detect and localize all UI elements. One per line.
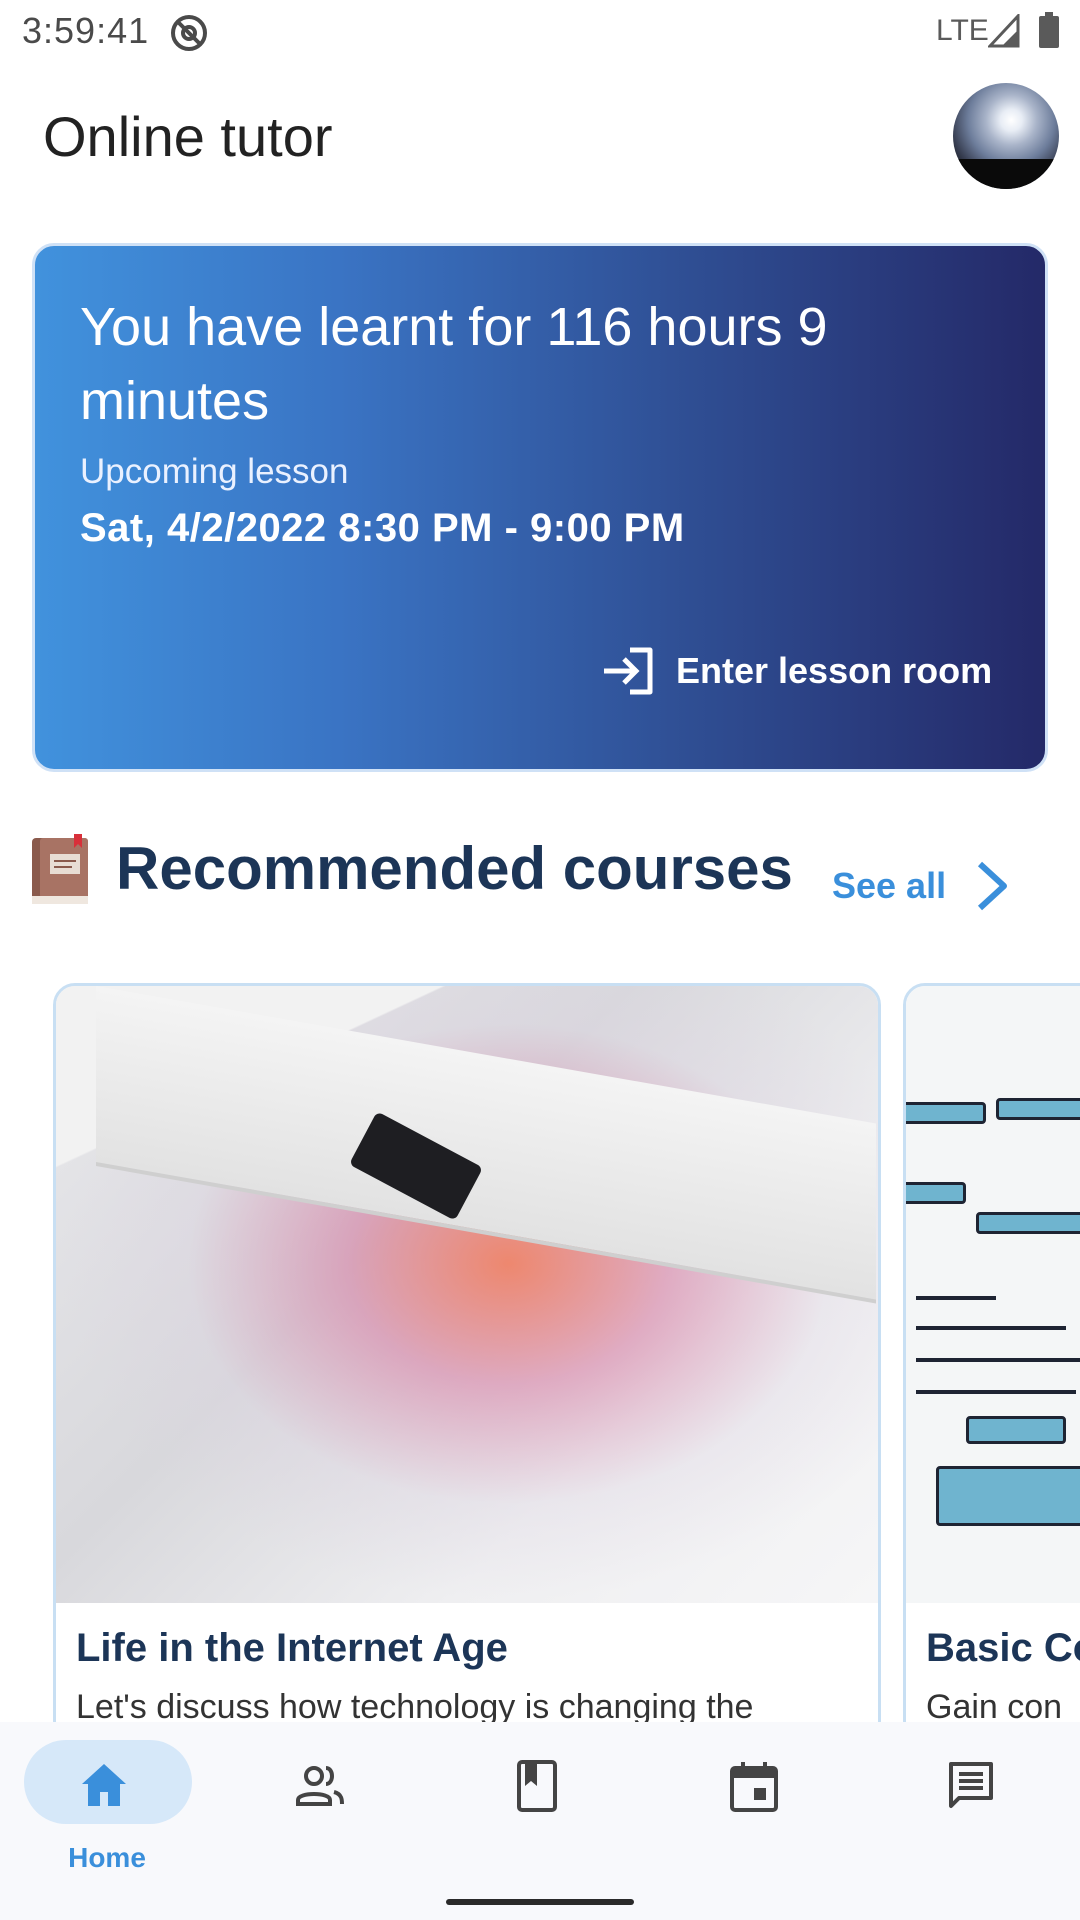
course-title: Life in the Internet Age: [76, 1626, 508, 1670]
calendar-icon: [730, 1762, 778, 1812]
see-all-label: See all: [832, 865, 947, 906]
book-icon: [517, 1760, 557, 1812]
home-icon: [82, 1764, 126, 1806]
learning-time-title: You have learnt for 116 hours 9 minutes: [80, 297, 828, 431]
chat-icon: [949, 1762, 993, 1808]
upcoming-lesson-label: Upcoming lesson: [80, 452, 349, 491]
network-type: LTE: [936, 14, 989, 47]
book-icon: [32, 834, 88, 904]
login-icon: [604, 647, 653, 695]
course-card[interactable]: Life in the Internet Age Let's discuss h…: [53, 983, 881, 1743]
section-title: Recommended courses: [116, 835, 793, 902]
signal-icon: [988, 14, 1020, 48]
course-image: [906, 986, 1080, 1603]
home-indicator[interactable]: [446, 1899, 634, 1905]
bottom-navigation: Home: [0, 1722, 1080, 1920]
tutors-icon: [296, 1766, 344, 1806]
app-title: Online tutor: [43, 105, 333, 168]
nav-home[interactable]: Home: [12, 1734, 192, 1873]
upcoming-lesson-time: Sat, 4/2/2022 8:30 PM - 9:00 PM: [80, 506, 685, 550]
enter-lesson-room-button[interactable]: Enter lesson room: [600, 641, 992, 701]
nav-tutors[interactable]: [238, 1734, 418, 1864]
enter-lesson-room-label: Enter lesson room: [676, 650, 993, 691]
avatar[interactable]: [953, 83, 1059, 189]
nav-schedule[interactable]: [672, 1734, 852, 1864]
course-image: [56, 986, 878, 1603]
nav-messages[interactable]: [889, 1734, 1069, 1864]
battery-icon: [1039, 12, 1059, 48]
status-bar: 3:59:41 LTE: [0, 0, 1080, 62]
at-sign-icon: [171, 15, 207, 51]
nav-home-label: Home: [68, 1842, 146, 1873]
see-all-button[interactable]: See all: [832, 856, 1012, 916]
learning-summary-card: You have learnt for 116 hours 9 minutes …: [32, 243, 1048, 772]
course-card[interactable]: Basic Co Gain con: [903, 983, 1080, 1743]
chevron-right-icon: [978, 861, 1008, 911]
status-time: 3:59:41: [22, 10, 150, 51]
course-title: Basic Co: [926, 1626, 1080, 1670]
nav-courses[interactable]: [455, 1734, 635, 1864]
